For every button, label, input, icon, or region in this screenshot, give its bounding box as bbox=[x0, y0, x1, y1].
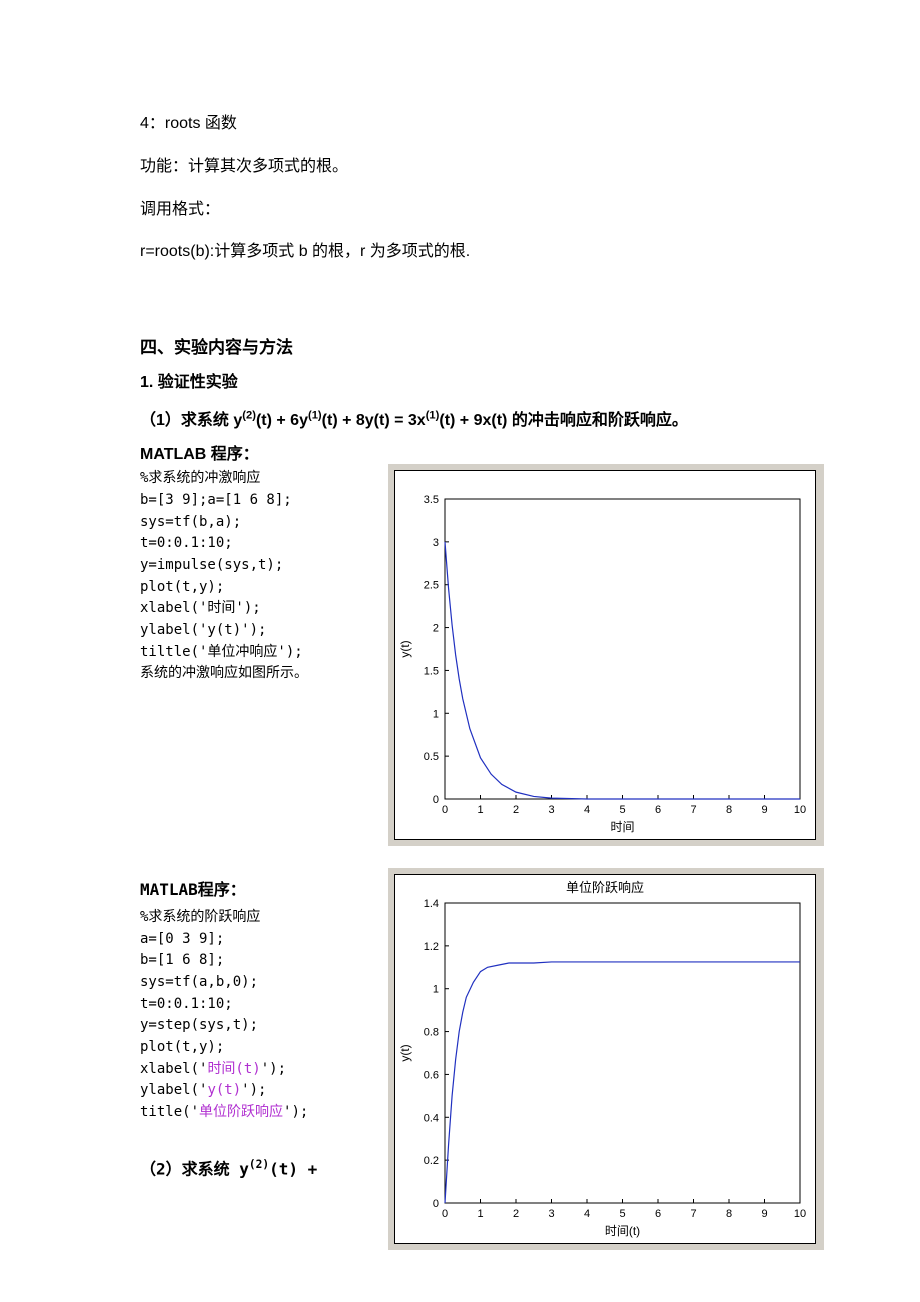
svg-text:1: 1 bbox=[477, 804, 483, 816]
svg-text:4: 4 bbox=[584, 1208, 590, 1220]
problem1-prefix: （1）求系统 bbox=[140, 412, 233, 429]
chart1-svg: 0 1 2 3 4 5 6 7 8 9 10 0 0.5 1 1.5 2 2.5 3 3.5 时间 y(t) bbox=[395, 489, 815, 839]
code2-line: sys=tf(a,b,0); bbox=[140, 972, 370, 994]
svg-text:7: 7 bbox=[690, 1208, 696, 1220]
code1-line: xlabel('时间'); bbox=[140, 598, 370, 620]
svg-text:y(t): y(t) bbox=[398, 1045, 412, 1062]
para-roots-title: 4：roots 函数 bbox=[140, 110, 790, 139]
row-impulse: %求系统的冲激响应 b=[3 9];a=[1 6 8]; sys=tf(b,a)… bbox=[140, 468, 790, 846]
svg-text:0: 0 bbox=[433, 794, 439, 806]
code-block-2: MATLAB程序： %求系统的阶跃响应a=[0 3 9];b=[1 6 8];s… bbox=[140, 872, 370, 1182]
svg-text:8: 8 bbox=[726, 1208, 732, 1220]
svg-text:5: 5 bbox=[619, 804, 625, 816]
svg-text:0.8: 0.8 bbox=[424, 1027, 439, 1039]
svg-text:9: 9 bbox=[761, 804, 767, 816]
chart2-svg: 0 1 2 3 4 5 6 7 8 9 10 0 0.2 0.4 0.6 0.8 1 1.2 1.4 时间(t) y(t… bbox=[395, 893, 815, 1243]
chart-step: 单位阶跃响应 0 1 2 3 4 5 6 7 8 9 10 0 0.2 0.4 0.6 0.8 1 1.2 1.4 时… bbox=[394, 874, 816, 1244]
subsection-1: 1. 验证性实验 bbox=[140, 368, 790, 392]
problem-1: （1）求系统 y(2)(t) + 6y(1)(t) + 8y(t) = 3x(1… bbox=[140, 406, 790, 430]
svg-text:0.4: 0.4 bbox=[424, 1112, 439, 1124]
eq-sup1: (2) bbox=[242, 410, 256, 422]
para-roots-format: 调用格式： bbox=[140, 196, 790, 225]
code1-line: %求系统的冲激响应 bbox=[140, 468, 370, 490]
svg-text:2: 2 bbox=[513, 804, 519, 816]
para-roots-func: 功能：计算其次多项式的根。 bbox=[140, 153, 790, 182]
eq-sup2: (1) bbox=[308, 410, 322, 422]
matlab-label-1: MATLAB 程序： bbox=[140, 440, 790, 464]
svg-text:2: 2 bbox=[433, 623, 439, 635]
chart-impulse: 0 1 2 3 4 5 6 7 8 9 10 0 0.5 1 1.5 2 2.5 3 3.5 时间 y(t) bbox=[394, 470, 816, 840]
svg-text:2: 2 bbox=[513, 1208, 519, 1220]
svg-text:10: 10 bbox=[794, 1208, 806, 1220]
svg-text:1: 1 bbox=[433, 984, 439, 996]
svg-text:7: 7 bbox=[690, 804, 696, 816]
svg-text:9: 9 bbox=[761, 1208, 767, 1220]
eq-b: (t) + 6y bbox=[256, 412, 308, 429]
code1-line: tiltle('单位冲响应'); bbox=[140, 642, 370, 664]
code2-line: b=[1 6 8]; bbox=[140, 950, 370, 972]
code2-line: %求系统的阶跃响应 bbox=[140, 907, 370, 929]
svg-text:0.5: 0.5 bbox=[424, 751, 439, 763]
code2-line: y=step(sys,t); bbox=[140, 1015, 370, 1037]
problem2-prefix: （2）求系统 y bbox=[140, 1159, 249, 1178]
code1-line: y=impulse(sys,t); bbox=[140, 555, 370, 577]
svg-text:时间(t): 时间(t) bbox=[605, 1224, 640, 1238]
svg-text:3.5: 3.5 bbox=[424, 494, 439, 506]
document-page: 4：roots 函数 功能：计算其次多项式的根。 调用格式： r=roots(b… bbox=[0, 0, 920, 1290]
row-step: MATLAB程序： %求系统的阶跃响应a=[0 3 9];b=[1 6 8];s… bbox=[140, 872, 790, 1250]
svg-text:8: 8 bbox=[726, 804, 732, 816]
eq-y: y bbox=[233, 412, 242, 429]
svg-text:4: 4 bbox=[584, 804, 590, 816]
svg-text:1: 1 bbox=[477, 1208, 483, 1220]
svg-text:5: 5 bbox=[619, 1208, 625, 1220]
problem-2: （2）求系统 y(2)(t) + bbox=[140, 1156, 370, 1182]
svg-text:1: 1 bbox=[433, 708, 439, 720]
svg-text:0.6: 0.6 bbox=[424, 1070, 439, 1082]
section-heading-4: 四、实验内容与方法 bbox=[140, 333, 790, 358]
svg-text:2.5: 2.5 bbox=[424, 580, 439, 592]
code-block-1: %求系统的冲激响应 b=[3 9];a=[1 6 8]; sys=tf(b,a)… bbox=[140, 468, 370, 685]
chart-impulse-wrapper: 0 1 2 3 4 5 6 7 8 9 10 0 0.5 1 1.5 2 2.5 3 3.5 时间 y(t) bbox=[388, 464, 824, 846]
eq-d: (t) + 9x(t) bbox=[439, 412, 507, 429]
problem2-suffix: (t) + bbox=[269, 1159, 317, 1178]
svg-text:3: 3 bbox=[433, 537, 439, 549]
code1-line: b=[3 9];a=[1 6 8]; bbox=[140, 490, 370, 512]
matlab-label-2: MATLAB程序： bbox=[140, 878, 370, 903]
svg-text:10: 10 bbox=[794, 804, 806, 816]
svg-text:1.2: 1.2 bbox=[424, 941, 439, 953]
svg-text:0: 0 bbox=[442, 804, 448, 816]
code2-line: a=[0 3 9]; bbox=[140, 929, 370, 951]
code2-line: xlabel('时间(t)'); bbox=[140, 1059, 370, 1081]
svg-text:时间: 时间 bbox=[610, 820, 634, 834]
svg-text:y(t): y(t) bbox=[398, 641, 412, 658]
eq-c: (t) + 8y(t) = 3x bbox=[322, 412, 426, 429]
chart-step-wrapper: 单位阶跃响应 0 1 2 3 4 5 6 7 8 9 10 0 0.2 0.4 0.6 0.8 1 1.2 1.4 时… bbox=[388, 868, 824, 1250]
code1-line: 系统的冲激响应如图所示。 bbox=[140, 663, 370, 685]
code1-line: ylabel('y(t)'); bbox=[140, 620, 370, 642]
code1-line: sys=tf(b,a); bbox=[140, 512, 370, 534]
svg-text:3: 3 bbox=[548, 1208, 554, 1220]
chart1-title bbox=[395, 471, 815, 489]
code2-line: plot(t,y); bbox=[140, 1037, 370, 1059]
eq-sup3: (1) bbox=[426, 410, 440, 422]
code2-line: ylabel('y(t)'); bbox=[140, 1080, 370, 1102]
svg-text:0: 0 bbox=[442, 1208, 448, 1220]
code2-line: title('单位阶跃响应'); bbox=[140, 1102, 370, 1124]
code1-line: t=0:0.1:10; bbox=[140, 533, 370, 555]
svg-text:0.2: 0.2 bbox=[424, 1155, 439, 1167]
svg-text:1.4: 1.4 bbox=[424, 898, 439, 910]
problem2-sup: (2) bbox=[249, 1158, 269, 1171]
problem1-suffix: 的冲击响应和阶跃响应。 bbox=[507, 412, 687, 429]
chart2-title: 单位阶跃响应 bbox=[395, 875, 815, 893]
para-roots-desc: r=roots(b):计算多项式 b 的根，r 为多项式的根. bbox=[140, 238, 790, 267]
svg-text:3: 3 bbox=[548, 804, 554, 816]
svg-text:1.5: 1.5 bbox=[424, 666, 439, 678]
svg-text:0: 0 bbox=[433, 1198, 439, 1210]
code2-line: t=0:0.1:10; bbox=[140, 994, 370, 1016]
code1-line: plot(t,y); bbox=[140, 577, 370, 599]
svg-text:6: 6 bbox=[655, 1208, 661, 1220]
svg-text:6: 6 bbox=[655, 804, 661, 816]
